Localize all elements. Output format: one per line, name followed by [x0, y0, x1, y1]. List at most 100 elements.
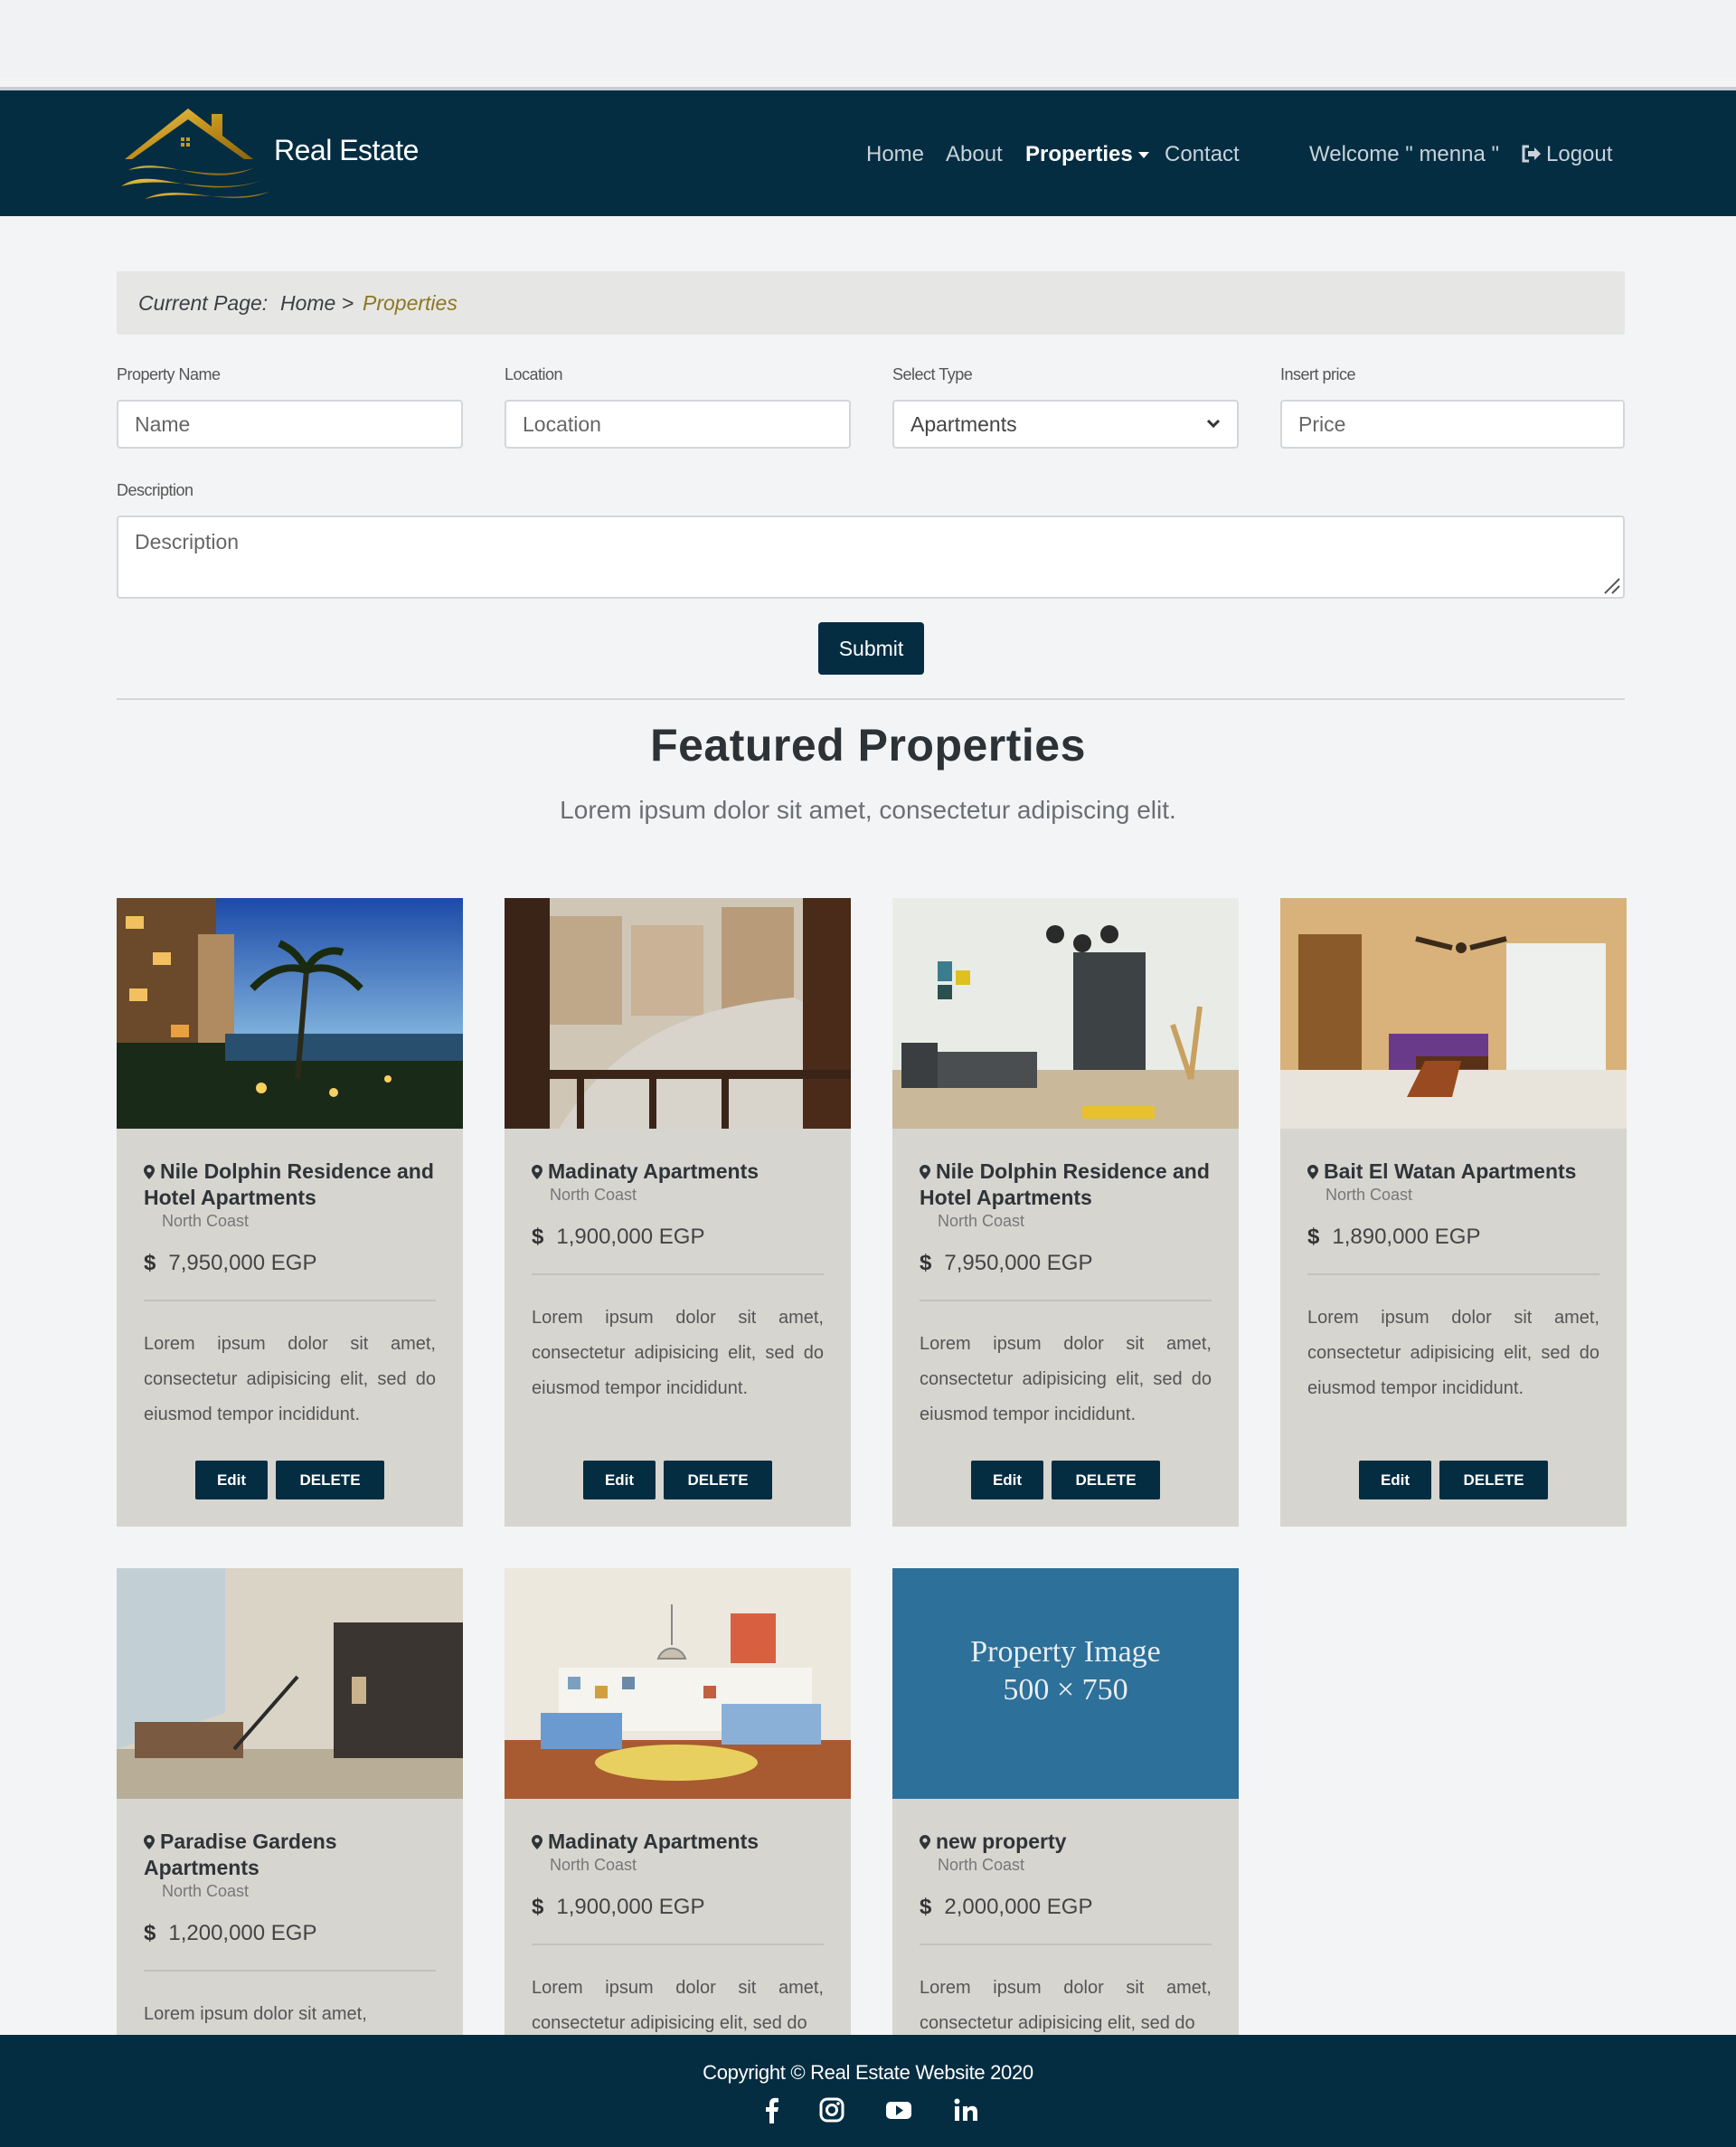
- property-type-value: Apartments: [910, 412, 1017, 436]
- card-divider: [532, 1273, 824, 1275]
- dollar-icon: $: [532, 1225, 544, 1249]
- edit-button[interactable]: Edit: [1359, 1461, 1431, 1499]
- edit-button[interactable]: Edit: [583, 1461, 656, 1499]
- property-price: $1,200,000 EGP: [144, 1921, 316, 1946]
- dollar-icon: $: [144, 1251, 156, 1275]
- map-marker-icon: [144, 1165, 155, 1179]
- property-photo-madinaty-living[interactable]: [505, 1568, 851, 1799]
- delete-button[interactable]: DELETE: [1052, 1461, 1160, 1499]
- edit-button[interactable]: Edit: [195, 1461, 268, 1499]
- map-marker-icon: [532, 1165, 542, 1179]
- property-name: new property: [936, 1830, 1067, 1853]
- property-name: Madinaty Apartments: [548, 1159, 760, 1183]
- delete-button[interactable]: DELETE: [1439, 1461, 1548, 1499]
- property-name: Bait El Watan Apartments: [1324, 1159, 1577, 1183]
- nav-about[interactable]: About: [946, 142, 1003, 167]
- map-marker-icon: [532, 1835, 542, 1849]
- location-input[interactable]: Location: [505, 400, 851, 449]
- placeholder-size: 500 × 750: [1003, 1673, 1128, 1707]
- property-title: Madinaty Apartments: [532, 1159, 839, 1185]
- breadcrumb: Current Page: Home > Properties: [117, 271, 1625, 335]
- property-photo-nile-night[interactable]: [117, 898, 463, 1129]
- youtube-icon[interactable]: [885, 2096, 912, 2123]
- breadcrumb-home[interactable]: Home >: [280, 291, 354, 316]
- property-name-input[interactable]: Name: [117, 400, 463, 449]
- property-location: North Coast: [550, 1856, 637, 1874]
- nav-properties-label: Properties: [1025, 142, 1133, 166]
- dollar-icon: $: [532, 1895, 544, 1919]
- delete-button[interactable]: DELETE: [664, 1461, 772, 1499]
- nav-home[interactable]: Home: [866, 142, 924, 167]
- edit-button[interactable]: Edit: [971, 1461, 1043, 1499]
- property-name: Nile Dolphin Residence and Hotel Apartme…: [920, 1159, 1210, 1209]
- property-location: North Coast: [938, 1212, 1025, 1230]
- property-price: $1,900,000 EGP: [532, 1895, 704, 1920]
- property-location: North Coast: [550, 1186, 637, 1204]
- property-title: Bait El Watan Apartments: [1307, 1159, 1615, 1185]
- property-title: new property: [920, 1829, 1227, 1855]
- description-placeholder: Description: [135, 530, 240, 553]
- property-card: Madinaty Apartments North Coast $1,900,0…: [505, 898, 851, 1527]
- section-divider: [117, 698, 1625, 700]
- price-value: 7,950,000 EGP: [168, 1251, 317, 1275]
- browser-top-strip: [0, 0, 1736, 78]
- property-description: Lorem ipsum dolor sit amet, consectetur …: [144, 1334, 436, 1424]
- chevron-down-icon: [1206, 419, 1221, 429]
- instagram-icon[interactable]: [818, 2096, 845, 2123]
- price-input[interactable]: Price: [1280, 400, 1625, 449]
- price-value: 1,200,000 EGP: [168, 1921, 317, 1945]
- facebook-icon[interactable]: [759, 2096, 786, 2123]
- map-marker-icon: [1307, 1165, 1318, 1179]
- property-title: Paradise Gardens Apartments: [144, 1829, 451, 1881]
- description-label: Description: [117, 481, 193, 499]
- dollar-icon: $: [920, 1895, 932, 1919]
- select-type-label: Select Type: [892, 365, 973, 383]
- submit-button[interactable]: Submit: [818, 622, 924, 675]
- breadcrumb-current: Properties: [363, 291, 458, 315]
- property-image-placeholder[interactable]: Property Image 500 × 750: [892, 1568, 1239, 1799]
- location-label: Location: [505, 365, 563, 383]
- house-logo-icon[interactable]: [118, 103, 271, 204]
- property-description: Lorem ipsum dolor sit amet, consectetur …: [532, 1978, 824, 2033]
- resize-handle-icon[interactable]: [1599, 573, 1621, 595]
- property-name: Madinaty Apartments: [548, 1830, 760, 1853]
- property-name: Paradise Gardens Apartments: [144, 1830, 337, 1879]
- property-title: Madinaty Apartments: [532, 1829, 839, 1855]
- property-price: $1,900,000 EGP: [532, 1225, 704, 1250]
- nav-contact[interactable]: Contact: [1165, 142, 1240, 167]
- property-price: $7,950,000 EGP: [920, 1251, 1092, 1276]
- breadcrumb-prefix: Current Page:: [138, 291, 269, 315]
- map-marker-icon: [920, 1165, 930, 1179]
- property-description: Lorem ipsum dolor sit amet, consectetur …: [920, 1334, 1212, 1424]
- property-photo-paradise-gardens[interactable]: [117, 1568, 463, 1799]
- property-location: North Coast: [1326, 1186, 1413, 1204]
- property-card: Madinaty Apartments North Coast $1,900,0…: [505, 1568, 851, 2035]
- price-value: 7,950,000 EGP: [944, 1251, 1093, 1275]
- description-textarea[interactable]: Description: [117, 515, 1625, 599]
- card-divider: [532, 1944, 824, 1945]
- copyright-text: Copyright © Real Estate Website 2020: [703, 2061, 1033, 2084]
- property-price: $1,890,000 EGP: [1307, 1225, 1480, 1250]
- linkedin-icon[interactable]: [952, 2096, 979, 2123]
- property-card: Property Image 500 × 750 new property No…: [892, 1568, 1239, 2035]
- brand-name[interactable]: Real Estate: [274, 134, 419, 167]
- property-card: Paradise Gardens Apartments North Coast …: [117, 1568, 463, 2035]
- delete-button[interactable]: DELETE: [276, 1461, 384, 1499]
- card-divider: [144, 1300, 436, 1301]
- property-title: Nile Dolphin Residence and Hotel Apartme…: [920, 1159, 1227, 1211]
- map-marker-icon: [144, 1835, 155, 1849]
- property-type-select[interactable]: Apartments: [892, 400, 1239, 449]
- property-title: Nile Dolphin Residence and Hotel Apartme…: [144, 1159, 451, 1211]
- nav-properties-dropdown[interactable]: Properties: [1025, 142, 1149, 167]
- property-description: Lorem ipsum dolor sit amet,: [144, 2004, 367, 2024]
- section-subtitle: Lorem ipsum dolor sit amet, consectetur …: [560, 796, 1176, 824]
- property-photo-modern-living[interactable]: [892, 898, 1239, 1129]
- price-value: 1,900,000 EGP: [556, 1225, 705, 1249]
- property-card: Nile Dolphin Residence and Hotel Apartme…: [892, 898, 1239, 1527]
- property-photo-madinaty-balcony[interactable]: [505, 898, 851, 1129]
- dollar-icon: $: [144, 1921, 156, 1945]
- logout-link[interactable]: Logout: [1521, 142, 1612, 167]
- property-card: Bait El Watan Apartments North Coast $1,…: [1280, 898, 1627, 1527]
- property-photo-bait-el-watan[interactable]: [1280, 898, 1627, 1129]
- property-description: Lorem ipsum dolor sit amet, consectetur …: [532, 1308, 824, 1398]
